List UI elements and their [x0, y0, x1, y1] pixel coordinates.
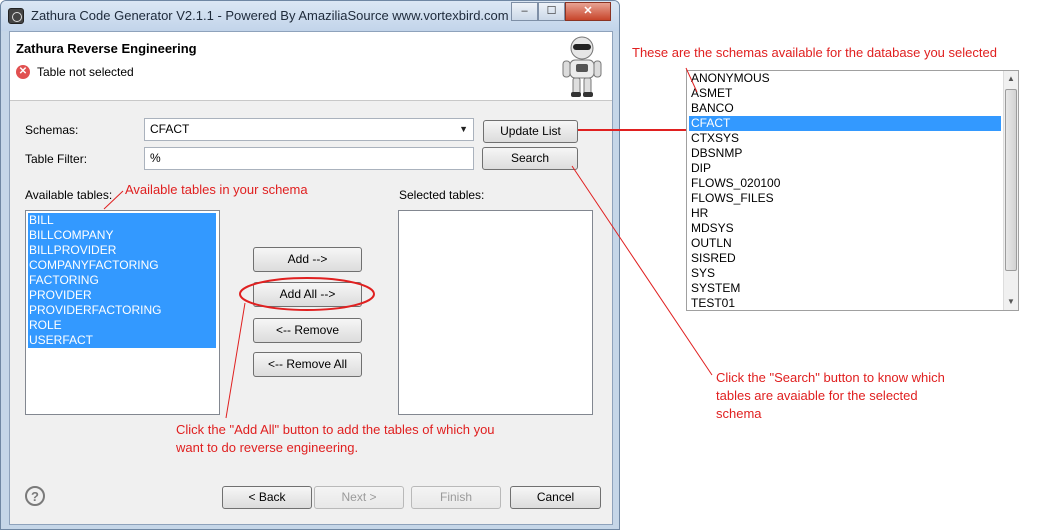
update-list-button[interactable]: Update List [483, 120, 578, 143]
schema-list-item[interactable]: SYS [689, 266, 1001, 281]
error-icon: ✕ [16, 65, 30, 79]
add-all-annotation-line-1: Click the "Add All" button to add the ta… [176, 422, 495, 437]
schema-list-item[interactable]: FLOWS_FILES [689, 191, 1001, 206]
schema-list-item[interactable]: ASMET [689, 86, 1001, 101]
schema-list-item[interactable]: SYSTEM [689, 281, 1001, 296]
add-button[interactable]: Add --> [253, 247, 362, 272]
window-title: Zathura Code Generator V2.1.1 - Powered … [31, 8, 509, 23]
search-annotation-line-3: schema [716, 406, 762, 421]
available-tables-label: Available tables: [25, 188, 113, 202]
add-all-annotation-line-2: want to do reverse engineering. [176, 440, 359, 455]
available-table-item[interactable]: USERFACT [28, 333, 216, 348]
available-table-item[interactable]: PROVIDERFACTORING [28, 303, 216, 318]
schema-list-item[interactable]: ANONYMOUS [689, 71, 1001, 86]
remove-button[interactable]: <-- Remove [253, 318, 362, 343]
status-message: Table not selected [37, 65, 134, 79]
maximize-button[interactable]: ☐ [538, 2, 565, 21]
app-icon [8, 8, 24, 24]
table-filter-input[interactable]: % [144, 147, 474, 170]
close-button[interactable]: ✕ [565, 2, 611, 21]
selected-tables-label: Selected tables: [399, 188, 485, 202]
next-button[interactable]: Next > [314, 486, 404, 509]
robot-logo-icon [562, 36, 602, 97]
schema-list-item[interactable]: DBSNMP [689, 146, 1001, 161]
schemas-combo[interactable]: CFACT ▼ [144, 118, 474, 141]
schemas-label: Schemas: [25, 123, 79, 137]
back-button[interactable]: < Back [222, 486, 312, 509]
cancel-button[interactable]: Cancel [510, 486, 601, 509]
schema-list-item[interactable]: DIP [689, 161, 1001, 176]
schema-list-item[interactable]: FLOWS_020100 [689, 176, 1001, 191]
schema-list-item[interactable]: SISRED [689, 251, 1001, 266]
tables-annotation: Available tables in your schema [125, 182, 308, 197]
available-table-item[interactable]: BILL [28, 213, 216, 228]
schema-list-item[interactable]: OUTLN [689, 236, 1001, 251]
schemas-combo-value: CFACT [150, 122, 190, 136]
available-table-item[interactable]: FACTORING [28, 273, 216, 288]
scroll-down-icon[interactable]: ▼ [1007, 297, 1015, 306]
schema-list-item[interactable]: TEST01 [689, 296, 1001, 311]
search-annotation-line-2: tables are avaiable for the selected [716, 388, 918, 403]
available-table-item[interactable]: BILLCOMPANY [28, 228, 216, 243]
chevron-down-icon[interactable]: ▼ [459, 124, 468, 134]
available-table-item[interactable]: ROLE [28, 318, 216, 333]
page-title: Zathura Reverse Engineering [16, 41, 197, 56]
wizard-header: Zathura Reverse Engineering ✕ Table not … [10, 32, 612, 101]
schema-list-item[interactable]: CFACT [689, 116, 1001, 131]
scrollbar-thumb[interactable] [1005, 89, 1017, 271]
available-table-item[interactable]: PROVIDER [28, 288, 216, 303]
scrollbar[interactable]: ▲ ▼ [1003, 71, 1018, 310]
finish-button[interactable]: Finish [411, 486, 501, 509]
minimize-button[interactable]: – [511, 2, 538, 21]
schema-list-item[interactable]: BANCO [689, 101, 1001, 116]
search-annotation-line-1: Click the "Search" button to know which [716, 370, 945, 385]
selected-tables-list[interactable] [398, 210, 593, 415]
scroll-up-icon[interactable]: ▲ [1007, 74, 1015, 83]
schemas-annotation: These are the schemas available for the … [632, 45, 997, 60]
schemas-dropdown-list[interactable]: TEST01 SYSTEM SYS SISRED OUTLN MDSYS HR FLOWS_F… [686, 70, 1019, 311]
schema-list-item[interactable]: HR [689, 206, 1001, 221]
help-icon[interactable]: ? [25, 486, 45, 506]
schema-list-item[interactable]: CTXSYS [689, 131, 1001, 146]
table-filter-label: Table Filter: [25, 152, 88, 166]
available-table-item[interactable]: COMPANYFACTORING [28, 258, 216, 273]
remove-all-button[interactable]: <-- Remove All [253, 352, 362, 377]
title-bar[interactable]: Zathura Code Generator V2.1.1 - Powered … [1, 1, 619, 31]
schema-list-item[interactable]: MDSYS [689, 221, 1001, 236]
add-all-button[interactable]: Add All --> [253, 282, 362, 307]
available-table-item[interactable]: BILLPROVIDER [28, 243, 216, 258]
search-button[interactable]: Search [482, 147, 578, 170]
available-tables-list[interactable]: BILL BILLCOMPANY BILLPROVIDER COMPANYFACTOR… [25, 210, 220, 415]
